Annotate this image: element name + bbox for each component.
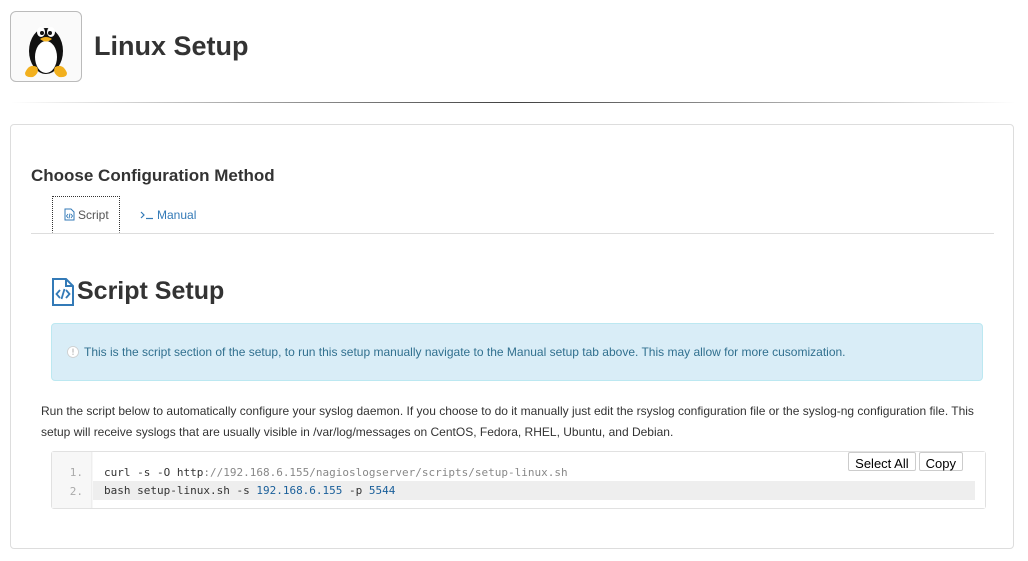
script-setup-title-text: Script Setup — [77, 277, 225, 305]
info-alert-text: This is the script section of the setup,… — [84, 345, 846, 359]
code-line-1: curl -s -O http://192.168.6.155/nagioslo… — [93, 463, 964, 482]
line-number: 2. — [69, 485, 83, 498]
line-number: 1. — [69, 466, 83, 479]
select-all-button[interactable]: Select All — [848, 452, 916, 471]
terminal-prompt-icon — [140, 210, 154, 220]
page-header: Linux Setup — [10, 10, 249, 83]
script-file-icon — [63, 208, 75, 221]
code-block: 1. 2. curl -s -O http://192.168.6.155/na… — [51, 451, 986, 509]
code-ip: 192.168.6.155 — [256, 484, 343, 497]
code-command: bash setup-linux.sh -s — [104, 484, 257, 497]
info-circle-icon — [67, 346, 79, 358]
copy-button[interactable]: Copy — [918, 452, 963, 471]
tab-bar: Script Manual — [31, 196, 994, 234]
code-command: curl -s -O http — [104, 466, 204, 479]
code-flag: -p — [342, 484, 369, 497]
script-setup-title: Script Setup — [51, 277, 224, 306]
line-number-gutter: 1. 2. — [52, 452, 92, 508]
code-line-2: bash setup-linux.sh -s 192.168.6.155 -p … — [93, 481, 975, 500]
tab-manual-label: Manual — [157, 207, 197, 222]
code-actions: Select All Copy — [845, 452, 963, 471]
tab-script-label: Script — [78, 207, 109, 222]
tux-penguin-icon — [10, 11, 82, 82]
configuration-panel: Choose Configuration Method Script Manua… — [10, 124, 1014, 549]
setup-description: Run the script below to automatically co… — [41, 404, 974, 439]
tab-script[interactable]: Script — [52, 196, 120, 233]
header-divider — [10, 102, 1016, 103]
code-port: 5544 — [368, 484, 396, 497]
info-alert: This is the script section of the setup,… — [51, 323, 983, 381]
script-file-icon — [51, 277, 75, 306]
tab-manual[interactable]: Manual — [130, 196, 206, 233]
code-url: ://192.168.6.155/nagioslogserver/scripts… — [203, 466, 568, 479]
page-title: Linux Setup — [94, 31, 249, 61]
section-heading: Choose Configuration Method — [31, 166, 275, 185]
